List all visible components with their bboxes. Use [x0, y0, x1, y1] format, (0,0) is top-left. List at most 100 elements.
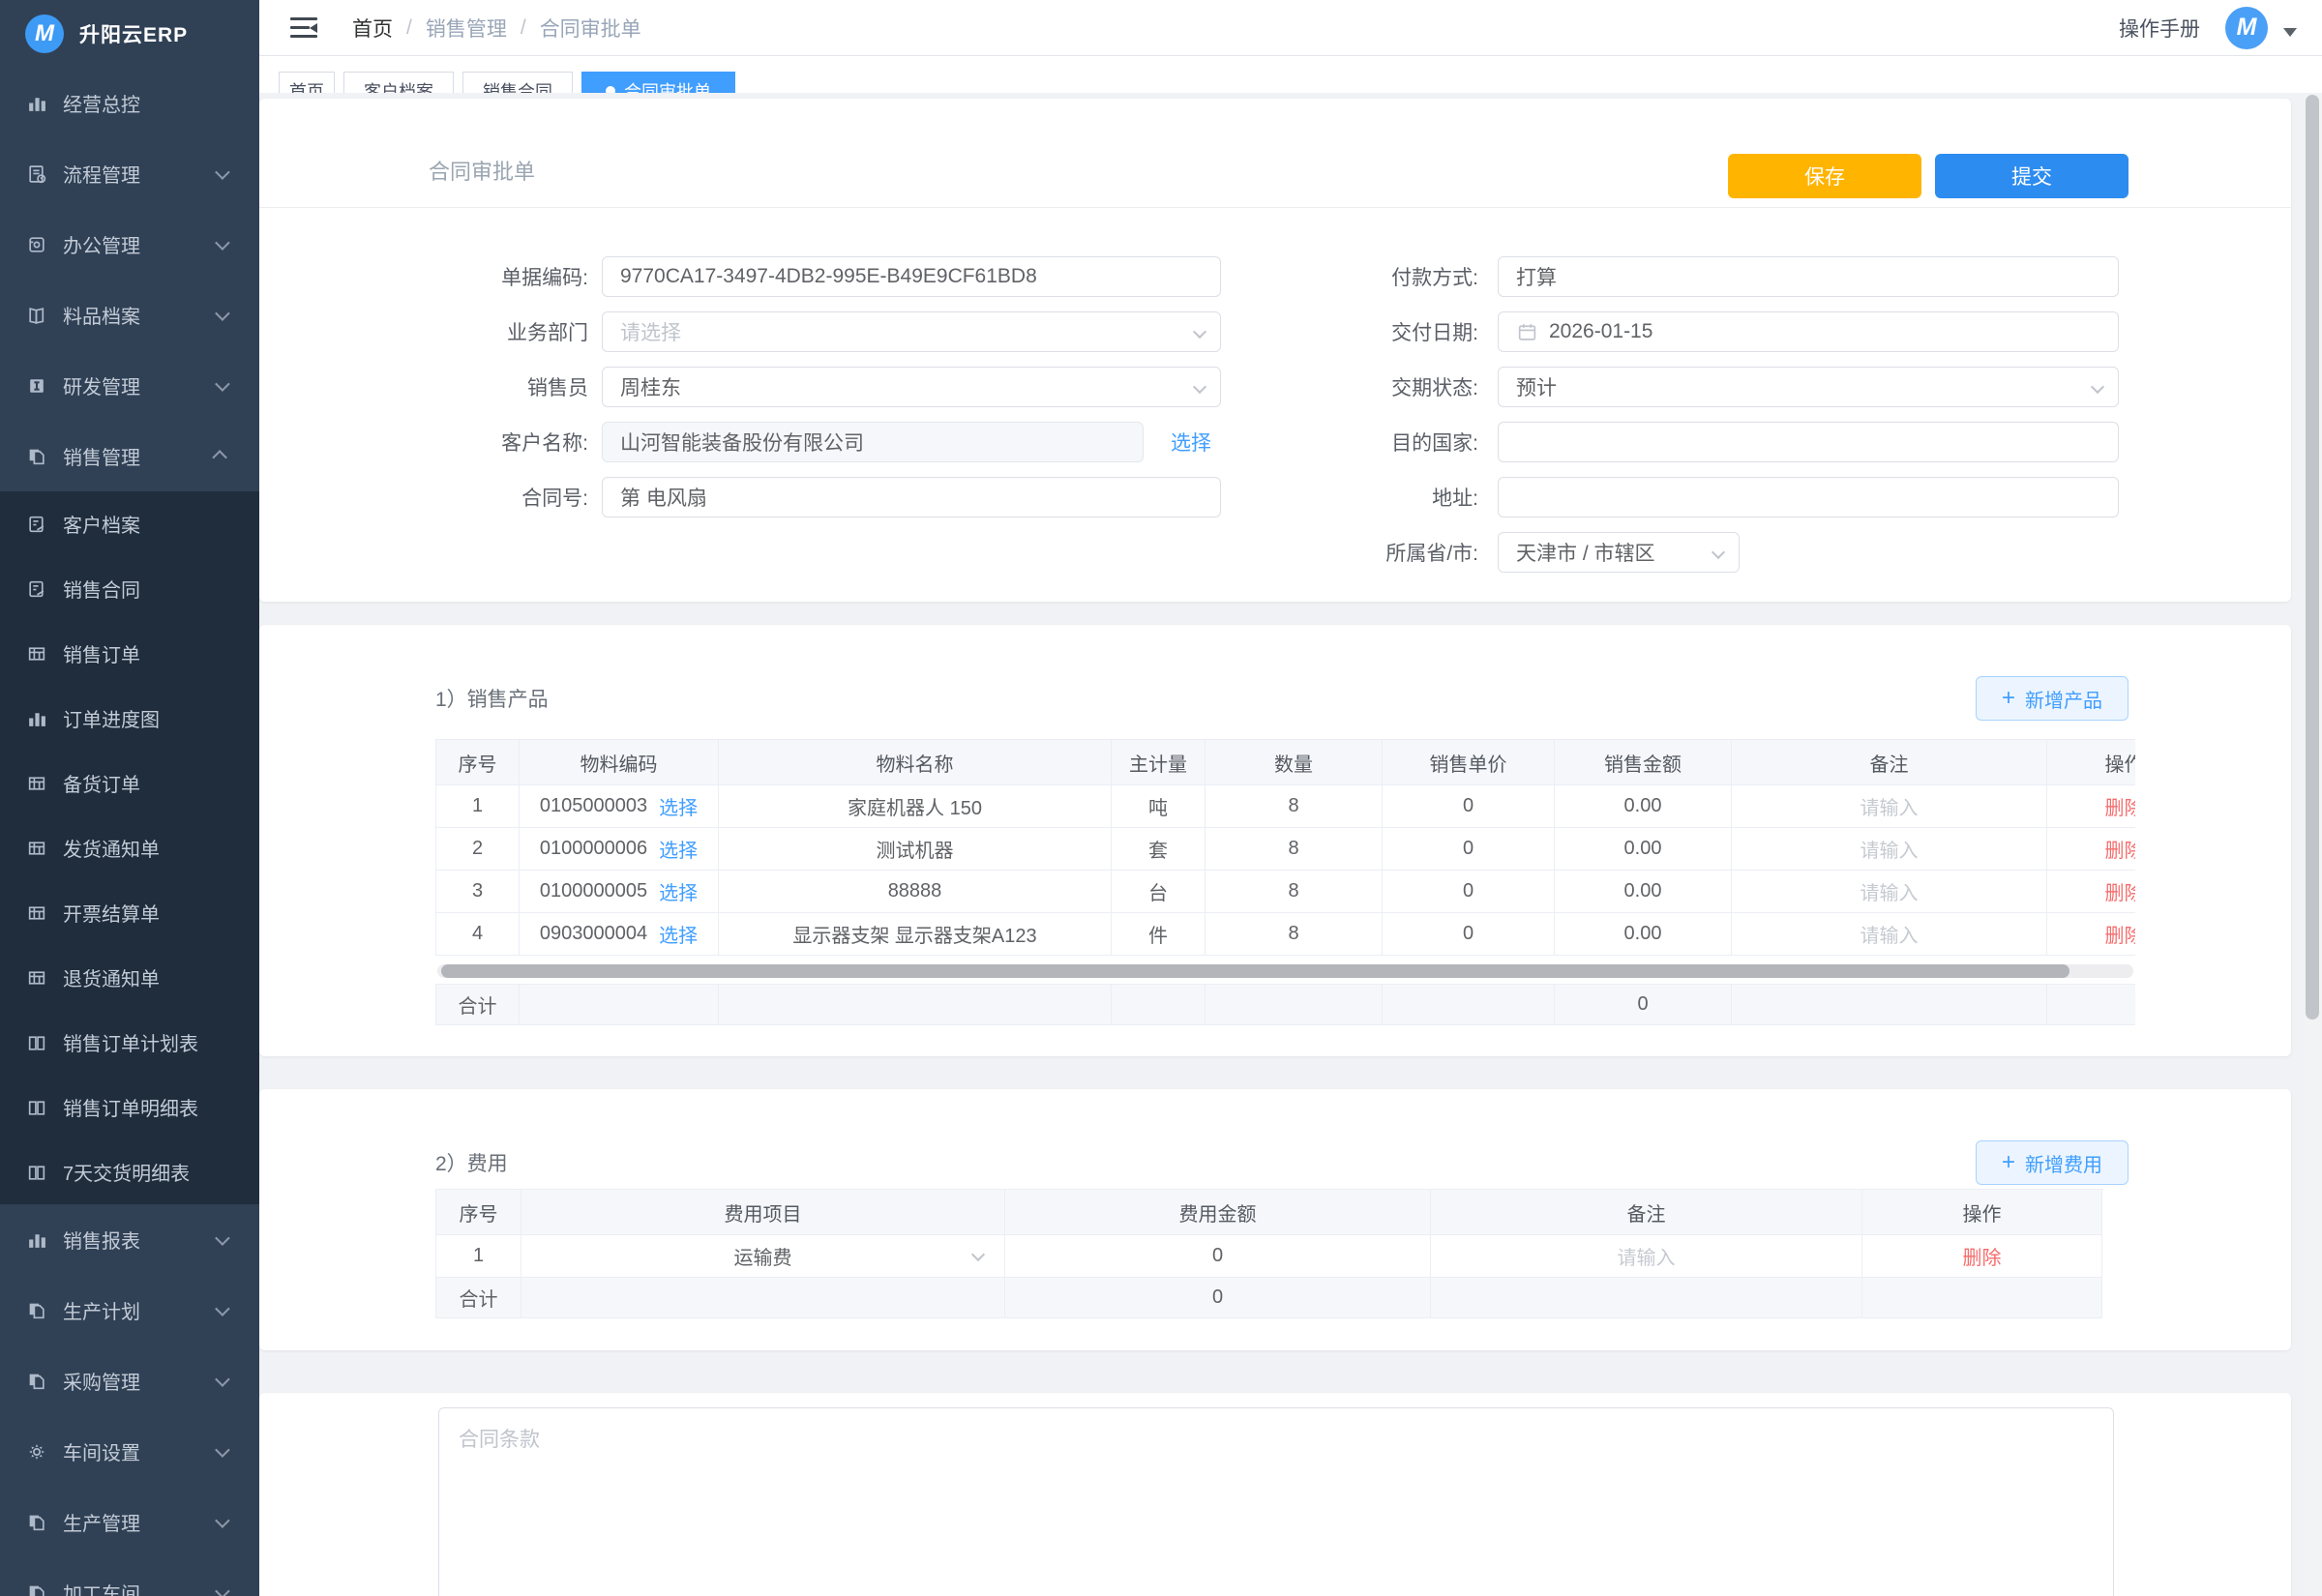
column-header-费用金额: 费用金额	[1005, 1190, 1431, 1235]
topbar: 首页 / 销售管理 / 合同审批单 操作手册 M	[259, 0, 2322, 56]
form-left-column: 单据编码: 9770CA17-3497-4DB2-995E-B49E9CF61BD…	[429, 256, 1221, 532]
doc-edit-icon	[26, 514, 47, 535]
field-交付日期[interactable]: 2026-01-15	[1498, 311, 2119, 352]
table-cell: 88888	[719, 871, 1112, 913]
sidebar-item-生产计划[interactable]: 生产计划	[0, 1275, 259, 1345]
sidebar-item-备货订单[interactable]: 备货订单	[0, 751, 259, 815]
fee-amount: 0	[1212, 1245, 1223, 1267]
sidebar-item-车间设置[interactable]: 车间设置	[0, 1416, 259, 1487]
scrollbar-thumb[interactable]	[441, 964, 2069, 978]
form-row: 所属省/市:天津市 / 市辖区	[1333, 532, 2119, 573]
scrollbar-thumb[interactable]	[2306, 95, 2319, 1020]
field-单据编码[interactable]: 9770CA17-3497-4DB2-995E-B49E9CF61BD8	[602, 256, 1221, 297]
field-所属省/市[interactable]: 天津市 / 市辖区	[1498, 532, 1740, 573]
sidebar-item-销售订单[interactable]: 销售订单	[0, 621, 259, 686]
form-right-column: 付款方式:打算交付日期:2026-01-15交期状态:预计目的国家:地址:所属省…	[1333, 256, 2119, 587]
sidebar-item-销售订单计划表[interactable]: 销售订单计划表	[0, 1010, 259, 1075]
field-客户名称[interactable]: 山河智能装备股份有限公司	[602, 422, 1144, 462]
note-input[interactable]: 请输入	[1732, 871, 2047, 913]
breadcrumb-sales[interactable]: 销售管理	[426, 14, 507, 43]
delete-row-link[interactable]: 删除	[2105, 877, 2136, 905]
choose-material-link[interactable]: 选择	[659, 792, 698, 820]
sidebar-item-办公管理[interactable]: 办公管理	[0, 209, 259, 280]
tab-首页[interactable]: 首页	[279, 72, 335, 93]
table-cell: 8	[1206, 871, 1383, 913]
contract-terms-textarea[interactable]: 合同条款	[438, 1407, 2114, 1596]
sidebar-item-客户档案[interactable]: 客户档案	[0, 491, 259, 556]
sidebar-item-发货通知单[interactable]: 发货通知单	[0, 815, 259, 880]
doc-flow-icon	[26, 163, 47, 185]
horizontal-scrollbar[interactable]	[437, 964, 2133, 978]
sidebar-item-研发管理[interactable]: 研发管理	[0, 350, 259, 421]
note-placeholder: 请输入	[1861, 792, 1919, 820]
field-value: 周桂东	[620, 372, 681, 401]
totals-cell	[1112, 985, 1206, 1025]
chevron-down-icon	[971, 1248, 985, 1261]
tab-销售合同[interactable]: 销售合同	[462, 72, 573, 93]
choose-customer-link[interactable]: 选择	[1171, 428, 1211, 457]
note-input[interactable]: 请输入	[1732, 913, 2047, 956]
fee-item-select[interactable]: 运输费	[521, 1235, 1005, 1278]
sidebar-item-加工车间[interactable]: 加工车间	[0, 1557, 259, 1596]
gear-icon	[26, 1441, 47, 1463]
form-row: 合同号: 第 电风扇	[429, 477, 1221, 517]
sidebar-item-销售报表[interactable]: 销售报表	[0, 1204, 259, 1275]
sidebar-item-采购管理[interactable]: 采购管理	[0, 1345, 259, 1416]
table-cell: 0	[1383, 785, 1555, 828]
vertical-scrollbar[interactable]	[2303, 93, 2322, 1596]
sidebar-item-label: 研发管理	[63, 371, 140, 399]
breadcrumb-home[interactable]: 首页	[352, 14, 393, 43]
sidebar-item-料品档案[interactable]: 料品档案	[0, 280, 259, 350]
field-付款方式[interactable]: 打算	[1498, 256, 2119, 297]
user-avatar[interactable]: M	[2225, 7, 2268, 49]
sidebar-item-生产管理[interactable]: 生产管理	[0, 1487, 259, 1557]
tab-合同审批单[interactable]: 合同审批单	[581, 72, 735, 93]
totals-cell: 0	[1555, 985, 1732, 1025]
topbar-right: 操作手册 M	[2119, 7, 2322, 49]
delete-row-link[interactable]: 删除	[2105, 792, 2136, 820]
delete-row-link[interactable]: 删除	[1963, 1242, 2002, 1270]
choose-material-link[interactable]: 选择	[659, 877, 698, 905]
field-业务部门[interactable]: 请选择	[602, 311, 1221, 352]
delete-row-link[interactable]: 删除	[2105, 920, 2136, 948]
product-row-2: 20100000006选择测试机器套800.00请输入删除	[436, 828, 2135, 871]
sidebar-item-7天交货明细表[interactable]: 7天交货明细表	[0, 1139, 259, 1204]
breadcrumb: 首页 / 销售管理 / 合同审批单	[352, 14, 641, 43]
add-product-button[interactable]: + 新增产品	[1976, 676, 2128, 721]
field-label: 单据编码:	[429, 262, 588, 291]
note-input[interactable]: 请输入	[1732, 828, 2047, 871]
field-地址[interactable]	[1498, 477, 2119, 517]
unit: 套	[1148, 835, 1168, 863]
choose-material-link[interactable]: 选择	[659, 835, 698, 863]
tab-客户档案[interactable]: 客户档案	[343, 72, 454, 93]
add-fee-button[interactable]: + 新增费用	[1976, 1140, 2128, 1185]
field-value: 请选择	[620, 317, 681, 346]
sidebar-item-开票结算单[interactable]: 开票结算单	[0, 880, 259, 945]
field-合同号[interactable]: 第 电风扇	[602, 477, 1221, 517]
user-menu-caret-icon[interactable]	[2283, 28, 2297, 37]
note-input[interactable]: 请输入	[1732, 785, 2047, 828]
pages-icon	[26, 1582, 47, 1596]
sidebar-item-销售管理[interactable]: 销售管理	[0, 421, 259, 491]
choose-material-link[interactable]: 选择	[659, 920, 698, 948]
delete-row-link[interactable]: 删除	[2105, 835, 2136, 863]
totals-cell: 合计	[436, 985, 520, 1025]
sidebar-item-退货通知单[interactable]: 退货通知单	[0, 945, 259, 1010]
field-label: 合同号:	[429, 483, 588, 512]
sidebar-item-销售合同[interactable]: 销售合同	[0, 556, 259, 621]
manual-link[interactable]: 操作手册	[2119, 14, 2200, 43]
field-销售员[interactable]: 周桂东	[602, 367, 1221, 407]
totals-cell	[1732, 985, 2047, 1025]
note-input[interactable]: 请输入	[1431, 1235, 1862, 1278]
sidebar: M 升阳云ERP 经营总控流程管理办公管理料品档案研发管理销售管理客户档案销售合…	[0, 0, 259, 1596]
save-button[interactable]: 保存	[1728, 154, 1921, 198]
sidebar-item-销售订单明细表[interactable]: 销售订单明细表	[0, 1075, 259, 1139]
field-交期状态[interactable]: 预计	[1498, 367, 2119, 407]
sidebar-item-经营总控[interactable]: 经营总控	[0, 68, 259, 138]
submit-button[interactable]: 提交	[1935, 154, 2128, 198]
chevron-down-icon	[1712, 546, 1725, 559]
hamburger-icon[interactable]	[290, 17, 317, 39]
sidebar-item-订单进度图[interactable]: 订单进度图	[0, 686, 259, 751]
field-目的国家[interactable]	[1498, 422, 2119, 462]
sidebar-item-流程管理[interactable]: 流程管理	[0, 138, 259, 209]
